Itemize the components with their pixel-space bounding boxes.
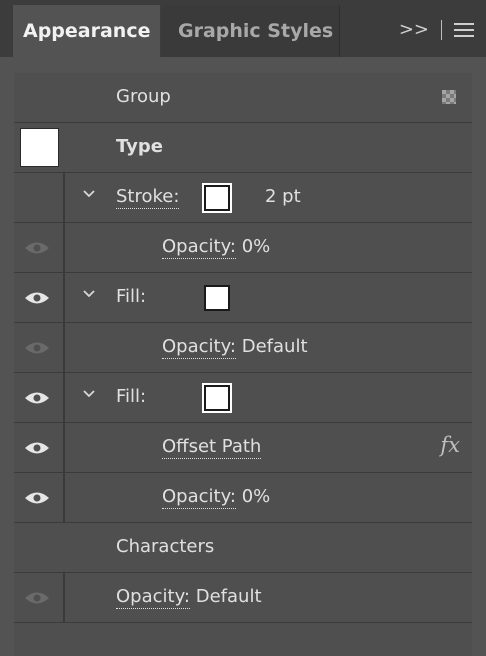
empty-row bbox=[14, 623, 472, 656]
fill-swatch[interactable] bbox=[204, 285, 230, 311]
fill-label: Fill: bbox=[116, 386, 147, 407]
indent-line bbox=[63, 473, 65, 522]
fill-swatch[interactable] bbox=[204, 385, 230, 411]
opacity-row-content: Opacity: 0% bbox=[162, 486, 271, 509]
fill-row[interactable]: Fill: bbox=[14, 373, 472, 423]
group-label: Group bbox=[116, 86, 171, 107]
eye-icon[interactable] bbox=[24, 291, 50, 305]
overflow-button[interactable]: >> bbox=[399, 19, 429, 40]
indent-line bbox=[63, 273, 65, 322]
characters-opacity-row[interactable]: Opacity: Default bbox=[14, 573, 472, 623]
chevron-down-icon[interactable] bbox=[82, 287, 96, 301]
eye-icon[interactable] bbox=[24, 391, 50, 405]
type-row[interactable]: Type bbox=[14, 123, 472, 173]
opacity-value[interactable]: Default bbox=[196, 586, 262, 607]
tab-bar: Appearance Graphic Styles >> bbox=[0, 0, 486, 57]
stroke-row[interactable]: Stroke: 2 pt bbox=[14, 173, 472, 223]
characters-row[interactable]: Characters bbox=[14, 523, 472, 573]
indent-line bbox=[63, 573, 65, 622]
opacity-row-content: Opacity: Default bbox=[116, 586, 262, 609]
fill-row[interactable]: Fill: bbox=[14, 273, 472, 323]
indent-line bbox=[63, 323, 65, 372]
opacity-value[interactable]: 0% bbox=[242, 486, 271, 507]
group-row[interactable]: Group bbox=[14, 73, 472, 123]
opacity-row-content: Opacity: Default bbox=[162, 336, 308, 359]
checkerboard-icon bbox=[442, 90, 456, 104]
tab-graphic-styles[interactable]: Graphic Styles bbox=[162, 5, 340, 57]
opacity-value[interactable]: 0% bbox=[242, 236, 271, 257]
opacity-row-content: Opacity: 0% bbox=[162, 236, 271, 259]
eye-icon[interactable] bbox=[24, 441, 50, 455]
panel-menu-controls: >> bbox=[399, 19, 474, 40]
opacity-label[interactable]: Opacity: bbox=[162, 336, 236, 359]
indent-line bbox=[63, 173, 65, 222]
indent-line bbox=[63, 373, 65, 422]
fx-icon[interactable]: fx bbox=[440, 433, 460, 457]
opacity-label[interactable]: Opacity: bbox=[116, 586, 190, 609]
eye-icon[interactable] bbox=[24, 241, 50, 255]
opacity-value[interactable]: Default bbox=[242, 336, 308, 357]
fill-opacity-row[interactable]: Opacity: 0% bbox=[14, 473, 472, 523]
chevron-down-icon[interactable] bbox=[82, 187, 96, 201]
offset-path-label[interactable]: Offset Path bbox=[162, 436, 262, 459]
type-label: Type bbox=[116, 136, 163, 157]
hamburger-menu-icon[interactable] bbox=[454, 22, 474, 37]
stroke-label[interactable]: Stroke: bbox=[116, 186, 180, 209]
indent-line bbox=[63, 423, 65, 472]
stroke-weight[interactable]: 2 pt bbox=[265, 186, 301, 207]
characters-label: Characters bbox=[116, 536, 215, 557]
fill-label: Fill: bbox=[116, 286, 147, 307]
eye-icon[interactable] bbox=[24, 491, 50, 505]
type-thumbnail bbox=[20, 128, 59, 167]
stroke-swatch[interactable] bbox=[204, 185, 230, 211]
tab-appearance[interactable]: Appearance bbox=[13, 5, 160, 57]
chevron-down-icon[interactable] bbox=[82, 387, 96, 401]
eye-icon[interactable] bbox=[24, 341, 50, 355]
opacity-label[interactable]: Opacity: bbox=[162, 486, 236, 509]
divider bbox=[441, 19, 442, 40]
indent-line bbox=[63, 223, 65, 272]
stroke-opacity-row[interactable]: Opacity: 0% bbox=[14, 223, 472, 273]
eye-icon[interactable] bbox=[24, 591, 50, 605]
offset-path-row[interactable]: Offset Path fx bbox=[14, 423, 472, 473]
appearance-panel: Group Type Stroke: 2 pt Opacity: 0% Fill… bbox=[14, 73, 472, 656]
opacity-label[interactable]: Opacity: bbox=[162, 236, 236, 259]
fill-opacity-row[interactable]: Opacity: Default bbox=[14, 323, 472, 373]
